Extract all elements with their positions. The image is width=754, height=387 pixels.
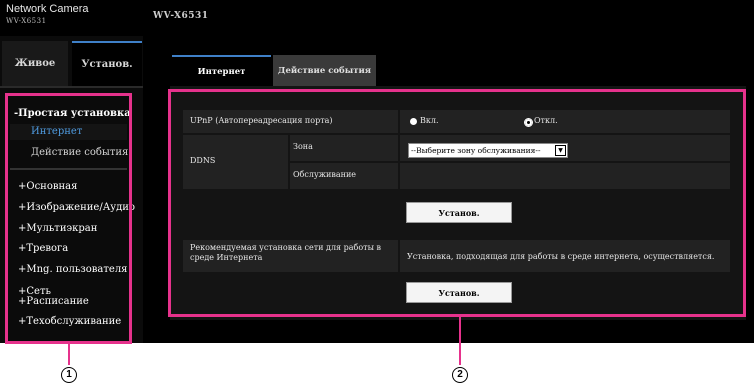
callout-number-1: 1 xyxy=(61,367,77,383)
callout-leader-1 xyxy=(68,344,70,365)
callout-number-2: 2 xyxy=(452,367,468,383)
tab-event-action[interactable]: Действие события xyxy=(273,55,376,86)
model-name-small: WV-X6531 xyxy=(6,17,47,25)
model-title: WV-X6531 xyxy=(153,11,209,21)
brand-label: Network Camera xyxy=(6,3,89,15)
callout-box-1 xyxy=(5,93,132,344)
tab-live[interactable]: Живое xyxy=(2,41,68,86)
top-header xyxy=(0,0,754,36)
callout-box-2 xyxy=(168,89,746,317)
tabs-divider xyxy=(0,86,143,88)
callout-leader-2 xyxy=(459,317,461,365)
tab-internet[interactable]: Интернет xyxy=(172,55,271,86)
tab-setup[interactable]: Установ. xyxy=(72,41,142,86)
